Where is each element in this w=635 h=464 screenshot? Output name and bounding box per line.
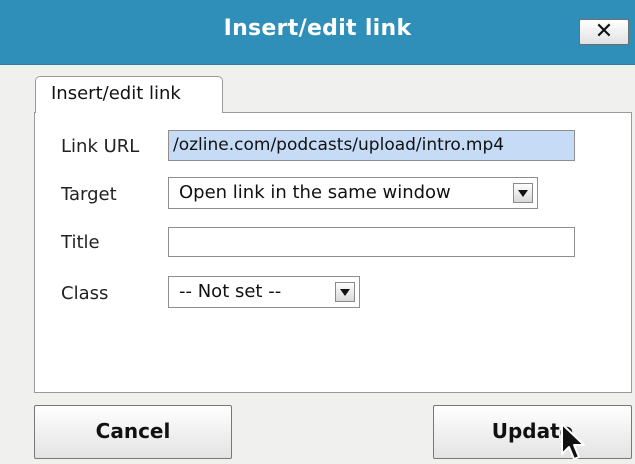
close-button[interactable]: ✕ xyxy=(579,19,629,45)
class-select-value: -- Not set -- xyxy=(179,281,282,302)
target-select[interactable]: Open link in the same window xyxy=(168,177,538,209)
dialog-title: Insert/edit link xyxy=(223,16,412,41)
cancel-button[interactable]: Cancel xyxy=(34,405,232,459)
chevron-down-icon[interactable] xyxy=(513,183,533,203)
target-select-value: Open link in the same window xyxy=(179,182,451,203)
mouse-cursor-icon xyxy=(561,423,585,460)
target-label: Target xyxy=(61,184,117,205)
chevron-down-icon[interactable] xyxy=(335,282,355,302)
link-url-input[interactable]: /ozline.com/podcasts/upload/intro.mp4 xyxy=(168,130,575,161)
class-select[interactable]: -- Not set -- xyxy=(168,276,360,308)
close-icon: ✕ xyxy=(594,19,614,44)
update-button[interactable]: Update xyxy=(433,405,632,459)
title-input[interactable] xyxy=(168,227,575,257)
link-url-label: Link URL xyxy=(61,136,140,157)
class-label: Class xyxy=(61,283,109,304)
tab-insert-edit-link[interactable]: Insert/edit link xyxy=(35,76,223,113)
dialog-titlebar: Insert/edit link ✕ xyxy=(0,0,635,65)
title-label: Title xyxy=(61,232,100,253)
